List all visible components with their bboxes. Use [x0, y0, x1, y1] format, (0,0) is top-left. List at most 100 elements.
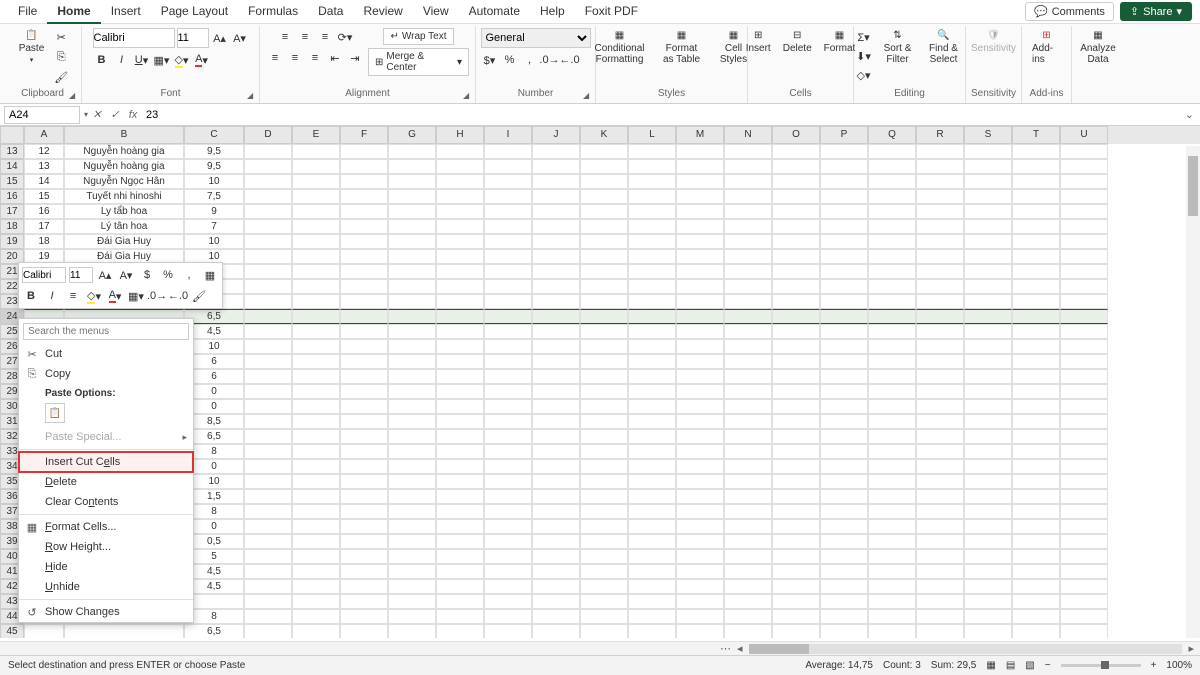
cell[interactable] — [772, 249, 820, 264]
cm-copy[interactable]: ⎘Copy — [19, 364, 193, 384]
mini-italic[interactable]: I — [43, 287, 61, 305]
cell[interactable] — [772, 399, 820, 414]
cell[interactable] — [916, 384, 964, 399]
cell[interactable] — [676, 504, 724, 519]
cell[interactable] — [580, 174, 628, 189]
cell[interactable] — [1012, 204, 1060, 219]
cell[interactable] — [292, 534, 340, 549]
cell[interactable] — [964, 354, 1012, 369]
mini-font-color[interactable]: A▾ — [106, 287, 124, 305]
cell[interactable] — [724, 444, 772, 459]
cell[interactable] — [628, 519, 676, 534]
cell[interactable] — [1012, 144, 1060, 159]
cell[interactable]: 9 — [184, 204, 244, 219]
cell[interactable] — [532, 489, 580, 504]
cell[interactable] — [580, 324, 628, 339]
cell[interactable] — [484, 534, 532, 549]
cell[interactable] — [580, 399, 628, 414]
cell[interactable] — [388, 624, 436, 638]
cell[interactable] — [484, 174, 532, 189]
cell[interactable] — [916, 264, 964, 279]
cell[interactable] — [532, 189, 580, 204]
cell[interactable] — [1012, 624, 1060, 638]
cell[interactable] — [628, 249, 676, 264]
autosum-button[interactable]: Σ▾ — [855, 28, 873, 46]
cell[interactable] — [436, 489, 484, 504]
cell[interactable] — [724, 354, 772, 369]
cell[interactable] — [1060, 399, 1108, 414]
cell[interactable] — [484, 384, 532, 399]
cell[interactable] — [1012, 294, 1060, 309]
cell[interactable] — [244, 399, 292, 414]
cell[interactable] — [724, 474, 772, 489]
cell[interactable] — [964, 339, 1012, 354]
cell[interactable] — [772, 459, 820, 474]
cell[interactable] — [244, 609, 292, 624]
table-row[interactable]: 1514Nguyễn Ngọc Hân10 — [0, 174, 1200, 189]
decrease-indent-button[interactable]: ⇤ — [326, 49, 344, 67]
row-header-15[interactable]: 15 — [0, 174, 24, 189]
cell[interactable] — [916, 549, 964, 564]
cell[interactable] — [724, 219, 772, 234]
cell[interactable] — [532, 294, 580, 309]
cell[interactable] — [340, 504, 388, 519]
cell[interactable] — [628, 144, 676, 159]
cell[interactable] — [772, 519, 820, 534]
cell[interactable] — [532, 579, 580, 594]
cell[interactable] — [820, 429, 868, 444]
cell[interactable] — [820, 489, 868, 504]
name-box[interactable] — [4, 106, 80, 124]
cell[interactable] — [1012, 594, 1060, 609]
cell[interactable] — [340, 204, 388, 219]
cell[interactable] — [820, 339, 868, 354]
cell[interactable] — [436, 414, 484, 429]
cell[interactable] — [484, 219, 532, 234]
cell[interactable] — [820, 594, 868, 609]
borders-button[interactable]: ▦▾ — [153, 51, 171, 69]
select-all-corner[interactable] — [0, 126, 24, 144]
enter-fx-button[interactable]: ✓ — [106, 108, 124, 121]
cell[interactable] — [628, 204, 676, 219]
cell[interactable] — [292, 339, 340, 354]
cell[interactable] — [244, 444, 292, 459]
cell[interactable]: 7 — [184, 219, 244, 234]
cell[interactable] — [916, 624, 964, 638]
row-header-18[interactable]: 18 — [0, 219, 24, 234]
cell[interactable] — [772, 534, 820, 549]
cell[interactable] — [916, 204, 964, 219]
cell[interactable] — [964, 624, 1012, 638]
cell[interactable] — [340, 234, 388, 249]
table-row[interactable]: 1817Lý tân hoa7 — [0, 219, 1200, 234]
cell[interactable] — [340, 414, 388, 429]
cell[interactable] — [1060, 489, 1108, 504]
cell[interactable] — [964, 384, 1012, 399]
cell[interactable] — [916, 414, 964, 429]
col-header-I[interactable]: I — [484, 126, 532, 144]
cell[interactable] — [436, 384, 484, 399]
cell[interactable] — [340, 429, 388, 444]
cell[interactable] — [1060, 459, 1108, 474]
col-header-A[interactable]: A — [24, 126, 64, 144]
cell[interactable] — [916, 474, 964, 489]
cell[interactable] — [1012, 234, 1060, 249]
cell[interactable] — [1012, 444, 1060, 459]
cell[interactable]: 17 — [24, 219, 64, 234]
cell[interactable] — [580, 489, 628, 504]
zoom-out-button[interactable]: − — [1045, 660, 1051, 671]
cm-hide[interactable]: Hide — [19, 557, 193, 577]
cell[interactable] — [916, 294, 964, 309]
cell[interactable] — [868, 189, 916, 204]
cell[interactable] — [676, 489, 724, 504]
cell[interactable] — [244, 174, 292, 189]
cell[interactable] — [484, 594, 532, 609]
cell[interactable] — [724, 594, 772, 609]
cell[interactable] — [676, 429, 724, 444]
cell[interactable] — [1012, 474, 1060, 489]
cell[interactable] — [916, 459, 964, 474]
cell[interactable] — [1060, 414, 1108, 429]
cell[interactable] — [628, 579, 676, 594]
cell[interactable] — [916, 174, 964, 189]
cell[interactable] — [964, 459, 1012, 474]
cell[interactable] — [580, 474, 628, 489]
cell[interactable] — [1060, 369, 1108, 384]
